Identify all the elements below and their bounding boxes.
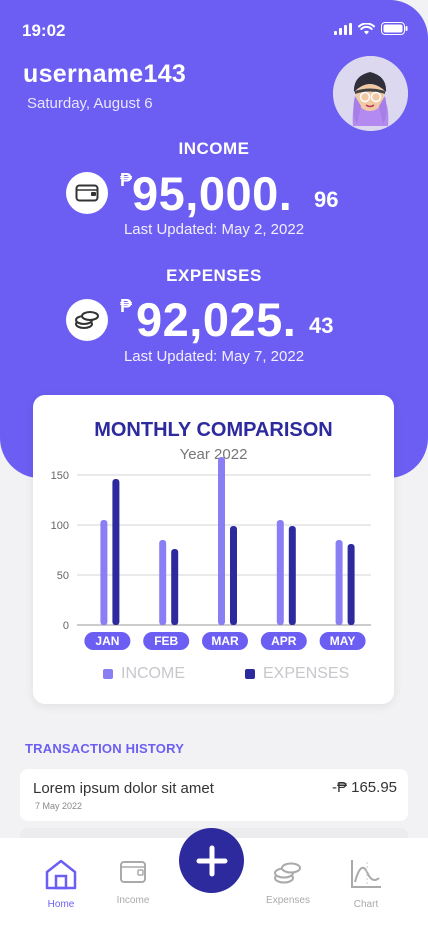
transaction-date: 7 May 2022: [35, 801, 83, 811]
x-tick-label: MAY: [330, 634, 356, 648]
legend-expenses-swatch: [245, 669, 255, 679]
nav-chart[interactable]: Chart: [336, 858, 396, 910]
username: username143: [23, 60, 187, 88]
transaction-history-header: TRANSACTION HISTORY: [25, 741, 185, 756]
add-transaction-button[interactable]: [179, 828, 244, 893]
expenses-amount-row: ₱ 92,025. 43: [0, 292, 428, 352]
nav-home-label: Home: [47, 899, 75, 910]
nav-expenses[interactable]: Expenses: [258, 858, 318, 906]
x-tick-label: FEB: [154, 634, 178, 648]
x-tick-label: MAR: [211, 634, 239, 648]
status-icons: [334, 22, 408, 35]
bar-chart: 0 50 100 150 JAN FEB MAR APR MAY: [51, 457, 371, 650]
bar-expenses-mar: [230, 526, 237, 625]
plus-icon: [196, 845, 227, 876]
bar-income-jan: [100, 520, 108, 625]
income-last-updated: Last Updated: May 2, 2022: [123, 221, 305, 238]
income-cents: 96: [314, 187, 339, 212]
expenses-amount: 92,025.: [136, 293, 297, 346]
y-tick-label: 0: [63, 620, 69, 632]
transaction-amount: -₱ 165.95: [331, 779, 397, 796]
bar-income-feb: [159, 540, 167, 625]
income-title: INCOME: [178, 139, 250, 158]
current-date: Saturday, August 6: [27, 95, 153, 112]
legend-income-swatch: [103, 669, 113, 679]
avatar-image: [333, 56, 408, 131]
bar-expenses-apr: [288, 526, 296, 625]
avatar[interactable]: [333, 56, 408, 131]
transaction-title: Lorem ipsum dolor sit amet: [33, 780, 214, 797]
wifi-icon: [358, 22, 375, 34]
legend-income-label: INCOME: [121, 665, 185, 682]
coins-icon: [274, 862, 301, 884]
income-amount: 95,000.: [132, 167, 293, 220]
coins-icon: [66, 299, 108, 341]
bar-expenses-may: [347, 544, 355, 625]
legend-expenses-label: EXPENSES: [263, 665, 350, 682]
monthly-comparison-card: MONTHLY COMPARISON Year 2022 0 50 100 150 JA…: [33, 395, 394, 704]
nav-expenses-label: Expenses: [266, 895, 310, 906]
transaction-item[interactable]: Lorem ipsum dolor sit amet 7 May 2022 -₱…: [20, 769, 408, 821]
bar-expenses-feb: [171, 549, 179, 625]
chart-legend: INCOME EXPENSES: [103, 665, 349, 683]
y-tick-label: 150: [51, 470, 69, 482]
signal-icon: [334, 22, 352, 35]
expenses-title: EXPENSES: [166, 266, 262, 285]
home-icon: [45, 859, 77, 890]
x-tick-label: APR: [271, 634, 297, 648]
y-tick-label: 50: [57, 570, 69, 582]
nav-income[interactable]: Income: [103, 858, 163, 906]
nav-chart-label: Chart: [353, 899, 379, 910]
chart-icon: [351, 860, 381, 888]
x-tick-label: JAN: [95, 634, 119, 648]
nav-home[interactable]: Home: [31, 858, 91, 910]
status-time: 19:02: [22, 21, 66, 40]
wallet-icon: [66, 172, 108, 214]
bar-expenses-jan: [112, 479, 120, 625]
income-currency: ₱: [120, 170, 133, 190]
y-tick-label: 100: [51, 520, 69, 532]
bar-income-may: [335, 540, 343, 625]
status-bar: 19:02: [0, 0, 428, 60]
expenses-cents: 43: [309, 313, 334, 338]
income-amount-row: ₱ 95,000. 96: [0, 166, 428, 226]
bar-income-apr: [276, 520, 284, 625]
nav-income-label: Income: [116, 895, 150, 906]
wallet-icon: [120, 861, 146, 883]
expenses-currency: ₱: [120, 296, 133, 316]
bar-income-mar: [218, 457, 225, 625]
expenses-last-updated: Last Updated: May 7, 2022: [123, 348, 305, 365]
battery-icon: [381, 22, 408, 35]
